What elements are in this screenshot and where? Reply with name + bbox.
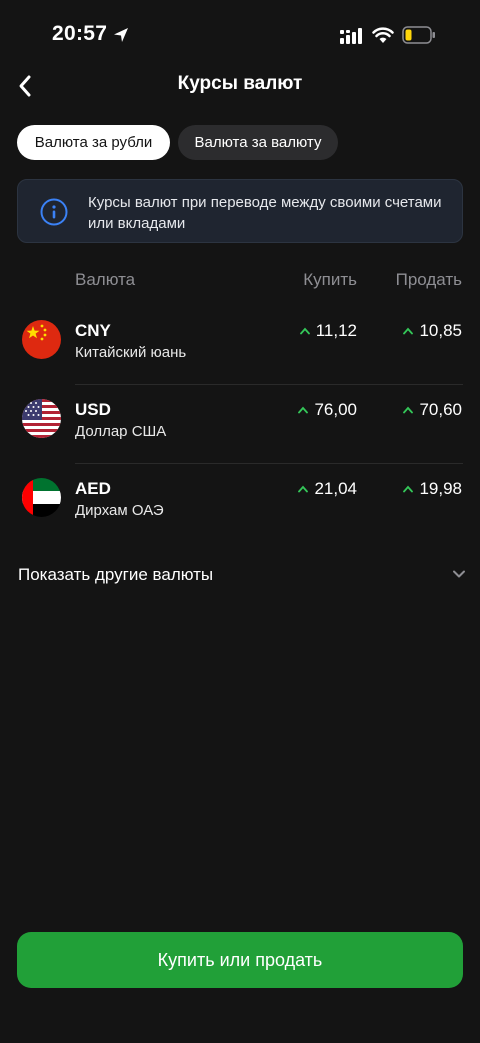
buy-or-sell-button[interactable]: Купить или продать	[17, 932, 463, 988]
currency-code: USD	[75, 400, 111, 419]
buy-rate: 11,12	[299, 321, 357, 341]
china-flag-icon	[22, 320, 61, 359]
info-banner: Курсы валют при переводе между своими сч…	[17, 179, 463, 243]
column-header-currency: Валюта	[75, 270, 136, 289]
info-text: Курсы валют при переводе между своими сч…	[88, 194, 442, 232]
trend-up-icon	[298, 485, 309, 493]
info-icon	[40, 198, 68, 226]
page-title: Курсы валют	[177, 73, 303, 94]
battery-low-icon	[402, 26, 435, 44]
tab-currency-for-currency[interactable]: Валюта за валюту	[178, 125, 338, 160]
buy-rate-value: 21,04	[314, 479, 357, 498]
sell-rate: 70,60	[403, 400, 462, 420]
buy-rate: 21,04	[298, 479, 357, 499]
usa-flag-icon	[22, 399, 61, 438]
trend-up-icon	[403, 327, 414, 335]
wifi-icon	[372, 27, 394, 43]
status-time: 20:57	[52, 22, 108, 45]
sell-rate: 19,98	[403, 479, 462, 499]
currency-name: Доллар США	[75, 423, 167, 440]
currency-code: CNY	[75, 321, 111, 340]
trend-up-icon	[403, 485, 414, 493]
cellular-signal-icon	[340, 28, 362, 44]
uae-flag-icon	[22, 478, 61, 517]
sell-rate: 10,85	[403, 321, 462, 341]
sell-rate-value: 70,60	[419, 400, 462, 419]
buy-rate-value: 76,00	[314, 400, 357, 419]
column-header-buy: Купить	[303, 270, 357, 289]
currency-row-aed[interactable]: AED Дирхам ОАЭ 21,04 19,98	[0, 464, 480, 543]
currency-rates-screen: 20:57 Курсы валют Валюта за рубли Валюта…	[0, 0, 480, 1043]
show-other-currencies-button[interactable]: Показать другие валюты	[0, 555, 480, 595]
sell-rate-value: 10,85	[419, 321, 462, 340]
currency-code: AED	[75, 479, 111, 498]
tab-currency-for-rubles[interactable]: Валюта за рубли	[17, 125, 170, 160]
column-header-sell: Продать	[395, 270, 462, 289]
buy-rate: 76,00	[298, 400, 357, 420]
currency-row-usd[interactable]: USD Доллар США 76,00 70,60	[0, 385, 480, 464]
chevron-down-icon	[453, 570, 465, 578]
buy-rate-value: 11,12	[315, 321, 357, 340]
sell-rate-value: 19,98	[419, 479, 462, 498]
location-arrow-icon	[114, 28, 128, 42]
currency-name: Дирхам ОАЭ	[75, 502, 164, 519]
trend-up-icon	[298, 406, 309, 414]
currency-row-cny[interactable]: CNY Китайский юань 11,12 10,85	[0, 306, 480, 385]
trend-up-icon	[403, 406, 414, 414]
currency-name: Китайский юань	[75, 344, 187, 361]
trend-up-icon	[299, 327, 310, 335]
show-other-currencies-label: Показать другие валюты	[18, 565, 214, 584]
status-bar: 20:57	[0, 0, 480, 70]
